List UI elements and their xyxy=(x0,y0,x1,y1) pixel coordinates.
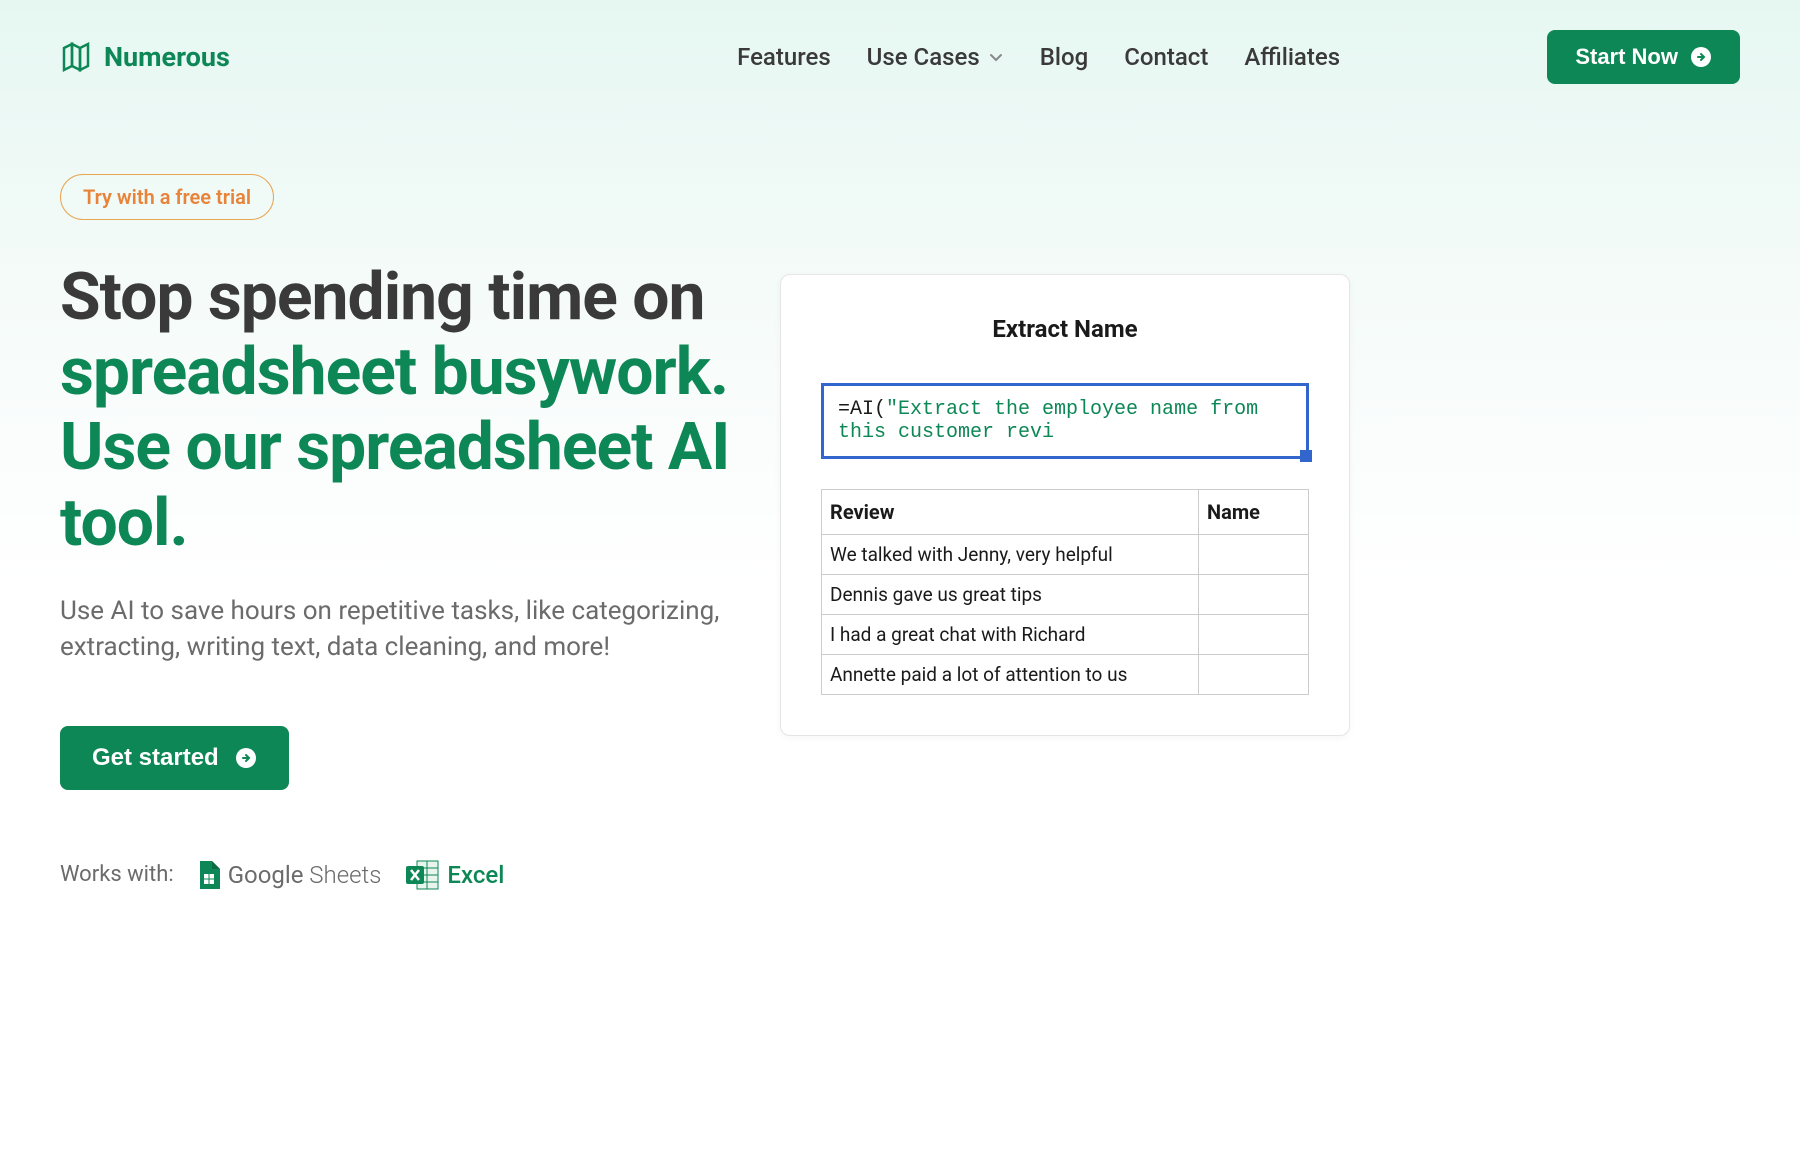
excel-integration: Excel xyxy=(405,860,504,890)
hero-section: Try with a free trial Stop spending time… xyxy=(60,114,1740,890)
get-started-button[interactable]: Get started xyxy=(60,726,289,790)
arrow-right-icon xyxy=(1690,46,1712,68)
formula-prefix: =AI( xyxy=(838,398,886,421)
nav-contact[interactable]: Contact xyxy=(1124,43,1208,71)
cell-name xyxy=(1199,615,1309,655)
nav-features-label: Features xyxy=(737,43,831,71)
works-with-section: Works with: Google Sheets xyxy=(60,860,740,890)
start-now-label: Start Now xyxy=(1575,44,1678,70)
demo-table: Review Name We talked with Jenny, very h… xyxy=(821,489,1309,695)
hero-demo: Extract Name =AI("Extract the employee n… xyxy=(780,174,1350,736)
nav-affiliates[interactable]: Affiliates xyxy=(1244,43,1340,71)
logo-icon xyxy=(60,40,94,74)
formula-text: "Extract the employee name from this cus… xyxy=(838,398,1258,444)
cell-name xyxy=(1199,535,1309,575)
header-review: Review xyxy=(822,490,1199,535)
brand-name: Numerous xyxy=(104,41,230,73)
table-row: Annette paid a lot of attention to us xyxy=(822,655,1309,695)
free-trial-label: Try with a free trial xyxy=(83,185,251,209)
cell-name xyxy=(1199,575,1309,615)
hero-heading-highlight: spreadsheet busywork. Use our spreadshee… xyxy=(60,334,730,561)
table-row: We talked with Jenny, very helpful xyxy=(822,535,1309,575)
nav-use-cases-label: Use Cases xyxy=(867,43,980,71)
primary-nav: Features Use Cases Blog Contact Affiliat… xyxy=(737,43,1340,71)
chevron-down-icon xyxy=(988,49,1004,65)
header: Numerous Features Use Cases Blog Contact… xyxy=(60,0,1740,114)
table-row: Dennis gave us great tips xyxy=(822,575,1309,615)
excel-label: Excel xyxy=(447,861,504,889)
demo-title: Extract Name xyxy=(821,315,1309,343)
nav-blog-label: Blog xyxy=(1040,43,1089,71)
google-sheets-label: Google Sheets xyxy=(228,861,382,889)
cell-resize-handle[interactable] xyxy=(1300,450,1312,462)
table-header-row: Review Name xyxy=(822,490,1309,535)
table-row: I had a great chat with Richard xyxy=(822,615,1309,655)
google-sheets-icon xyxy=(198,861,220,889)
nav-blog[interactable]: Blog xyxy=(1040,43,1089,71)
free-trial-badge[interactable]: Try with a free trial xyxy=(60,174,274,220)
brand-logo[interactable]: Numerous xyxy=(60,40,230,74)
start-now-button[interactable]: Start Now xyxy=(1547,30,1740,84)
cell-review: Dennis gave us great tips xyxy=(822,575,1199,615)
works-with-label: Works with: xyxy=(60,862,174,887)
nav-affiliates-label: Affiliates xyxy=(1244,43,1340,71)
hero-content: Try with a free trial Stop spending time… xyxy=(60,174,740,890)
get-started-label: Get started xyxy=(92,744,219,772)
google-sheets-integration: Google Sheets xyxy=(198,861,382,889)
formula-input[interactable]: =AI("Extract the employee name from this… xyxy=(821,383,1309,459)
cell-review: Annette paid a lot of attention to us xyxy=(822,655,1199,695)
header-name: Name xyxy=(1199,490,1309,535)
cell-review: I had a great chat with Richard xyxy=(822,615,1199,655)
demo-card: Extract Name =AI("Extract the employee n… xyxy=(780,274,1350,736)
nav-features[interactable]: Features xyxy=(737,43,831,71)
cell-review: We talked with Jenny, very helpful xyxy=(822,535,1199,575)
arrow-right-icon xyxy=(235,747,257,769)
nav-contact-label: Contact xyxy=(1124,43,1208,71)
nav-use-cases[interactable]: Use Cases xyxy=(867,43,1004,71)
excel-icon xyxy=(405,860,439,890)
hero-subtext: Use AI to save hours on repetitive tasks… xyxy=(60,593,740,666)
hero-heading: Stop spending time on spreadsheet busywo… xyxy=(60,260,740,561)
hero-heading-part1: Stop spending time on xyxy=(60,259,705,336)
cell-name xyxy=(1199,655,1309,695)
